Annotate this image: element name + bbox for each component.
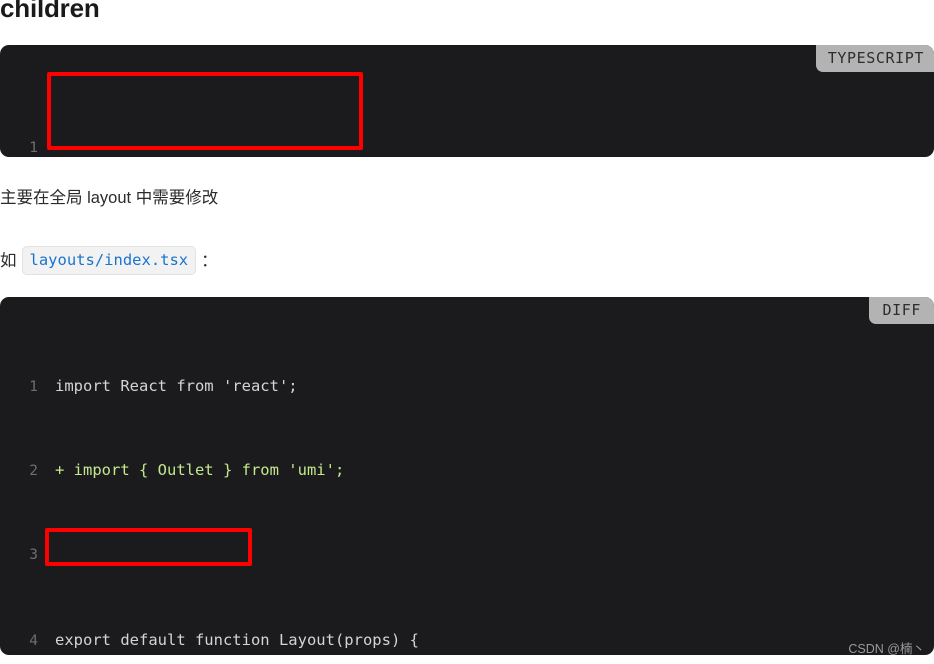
paragraph-layout-file: 如 layouts/index.tsx ： xyxy=(0,246,218,275)
line-number: 2 xyxy=(29,463,38,480)
line-number: 1 xyxy=(29,378,38,395)
code-line-content: import React from 'react'; xyxy=(55,376,298,395)
language-badge-diff: DIFF xyxy=(869,297,934,324)
code-lines-typescript: 1 import { Outlet } from 'umi'; 2 <Outle… xyxy=(0,76,400,157)
inline-code-layouts-index: layouts/index.tsx xyxy=(21,246,197,275)
code-line-content: import { Outlet } from 'umi'; xyxy=(55,133,400,157)
page-title: children xyxy=(0,0,100,23)
paragraph-suffix: ： xyxy=(201,251,218,270)
line-number: 4 xyxy=(29,633,38,650)
watermark: CSDN @楠丶 xyxy=(848,642,925,656)
code-line: 1 import { Outlet } from 'umi'; xyxy=(0,133,400,157)
code-block-typescript: TYPESCRIPT 1 import { Outlet } from 'umi… xyxy=(0,45,934,157)
line-number: 1 xyxy=(29,139,38,156)
code-line: 4 export default function Layout(props) … xyxy=(0,626,419,654)
code-lines-diff: 1 import React from 'react'; 2 + import … xyxy=(0,315,419,655)
code-line-content: export default function Layout(props) { xyxy=(55,631,419,650)
line-number: 3 xyxy=(29,547,38,564)
code-block-diff: DIFF 1 import React from 'react'; 2 + im… xyxy=(0,297,934,655)
paragraph-prefix: 如 xyxy=(0,251,17,270)
code-line: 2 + import { Outlet } from 'umi'; xyxy=(0,456,419,484)
paragraph-global-layout: 主要在全局 layout 中需要修改 xyxy=(0,189,219,207)
code-line-content-added: + import { Outlet } from 'umi'; xyxy=(55,461,345,480)
code-line: 3 xyxy=(0,541,419,569)
language-badge-typescript: TYPESCRIPT xyxy=(815,45,934,72)
code-line: 1 import React from 'react'; xyxy=(0,372,419,400)
